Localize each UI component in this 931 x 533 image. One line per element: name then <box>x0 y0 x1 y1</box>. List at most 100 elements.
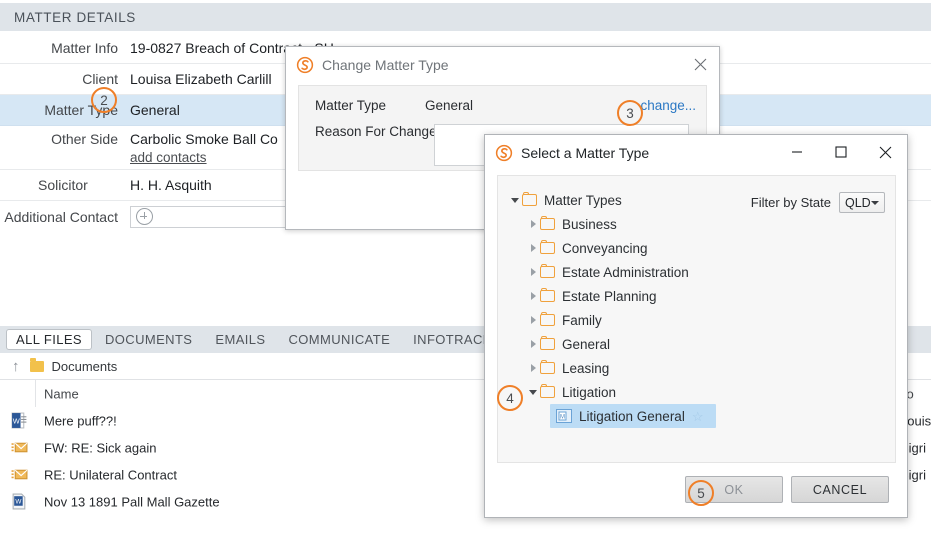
expand-toggle-icon[interactable] <box>526 389 540 395</box>
expand-toggle-icon[interactable] <box>526 364 540 372</box>
select-matter-type-titlebar: Select a Matter Type <box>485 135 907 171</box>
other-side-value-group: Carbolic Smoke Ball Co add contacts <box>130 131 278 165</box>
expand-toggle-icon[interactable] <box>526 220 540 228</box>
tree-node-label: General <box>562 336 611 352</box>
tree-node-conveyancing[interactable]: Conveyancing <box>504 236 889 260</box>
column-header-name[interactable]: Name <box>44 386 79 401</box>
tab-documents[interactable]: DOCUMENTS <box>95 329 202 350</box>
word-blue-icon: W <box>12 493 26 510</box>
tree-node-litigation[interactable]: Litigation <box>504 380 889 404</box>
word-doc-icon: W <box>11 412 27 429</box>
expand-toggle-icon[interactable] <box>526 316 540 324</box>
folder-icon <box>540 335 555 350</box>
breadcrumb-label[interactable]: Documents <box>52 359 118 374</box>
tree-node-estate-administration[interactable]: Estate Administration <box>504 260 889 284</box>
svg-text:M: M <box>560 415 565 421</box>
tree-node-label: Leasing <box>562 360 610 376</box>
solicitor-label: Solicitor <box>38 177 88 193</box>
app-root: MATTER DETAILS Matter Info 19-0827 Breac… <box>0 0 931 533</box>
solicitor-value: H. H. Asquith <box>130 176 212 193</box>
tree-node-family[interactable]: Family <box>504 308 889 332</box>
cancel-button[interactable]: CANCEL <box>791 476 889 503</box>
expand-toggle-icon[interactable] <box>526 268 540 276</box>
tree-node-label: Estate Administration <box>562 264 689 280</box>
change-matter-type-title: Change Matter Type <box>322 57 449 73</box>
tab-emails[interactable]: EMAILS <box>205 329 275 350</box>
file-name: RE: Unilateral Contract <box>44 467 177 482</box>
expand-toggle-icon[interactable] <box>526 340 540 348</box>
cmt-matter-type-line: Matter Type General <box>315 98 473 113</box>
tree-node-litigation-general[interactable]: M Litigation General ☆ <box>550 404 716 428</box>
client-value: Louisa Elizabeth Carlill <box>130 70 272 87</box>
tree-node-business[interactable]: Business <box>504 212 889 236</box>
window-controls <box>775 135 907 169</box>
folder-icon <box>540 359 555 374</box>
close-icon[interactable] <box>685 51 715 77</box>
cmt-matter-type-value: General <box>425 98 474 113</box>
tab-communicate[interactable]: COMMUNICATE <box>278 329 400 350</box>
smokeball-logo-icon <box>495 144 513 162</box>
email-icon <box>11 442 28 453</box>
tree-node-general[interactable]: General <box>504 332 889 356</box>
step-callout-2: 2 <box>91 87 117 113</box>
select-matter-type-body: Filter by State QLD Matter Types Busines… <box>497 175 896 463</box>
folder-icon <box>540 215 555 230</box>
add-contacts-link[interactable]: add contacts <box>130 150 278 165</box>
svg-text:W: W <box>13 417 20 426</box>
folder-icon <box>540 383 555 398</box>
tree-node-label: Litigation General <box>579 408 685 424</box>
expand-toggle-icon[interactable] <box>508 197 522 203</box>
matter-details-header: MATTER DETAILS <box>0 3 931 31</box>
tree-node-estate-planning[interactable]: Estate Planning <box>504 284 889 308</box>
folder-icon <box>540 311 555 326</box>
matter-info-label: Matter Info <box>51 40 118 56</box>
favorite-star-icon[interactable]: ☆ <box>692 410 704 423</box>
select-matter-type-dialog: Select a Matter Type Filter by State QLD <box>484 134 908 518</box>
minimize-icon[interactable] <box>775 135 819 169</box>
tab-all-files[interactable]: ALL FILES <box>6 329 92 350</box>
column-divider <box>35 380 36 407</box>
cmt-reason-label-wrap: Reason For Change <box>315 124 437 139</box>
other-side-value: Carbolic Smoke Ball Co <box>130 131 278 147</box>
client-label: Client <box>82 71 118 87</box>
step-callout-3: 3 <box>617 100 643 126</box>
folder-icon <box>540 287 555 302</box>
email-icon <box>11 469 28 480</box>
folder-icon <box>522 191 537 206</box>
up-arrow-icon[interactable]: ↑ <box>12 359 20 374</box>
tree-node-label: Conveyancing <box>562 240 648 256</box>
tree-node-leasing[interactable]: Leasing <box>504 356 889 380</box>
folder-icon <box>540 263 555 278</box>
step-callout-5: 5 <box>688 480 714 506</box>
file-name: FW: RE: Sick again <box>44 440 157 455</box>
maximize-icon[interactable] <box>819 135 863 169</box>
cmt-change-link-wrap: change... <box>640 98 696 113</box>
tree-node-label: Business <box>562 216 617 232</box>
file-name: Mere puff??! <box>44 413 117 428</box>
tree-node-label: Litigation <box>562 384 617 400</box>
select-matter-type-title: Select a Matter Type <box>521 145 650 161</box>
other-side-label: Other Side <box>51 131 118 147</box>
tree-node-label: Estate Planning <box>562 288 657 304</box>
folder-icon <box>29 358 44 372</box>
step-callout-4: 4 <box>497 385 523 411</box>
file-name: Nov 13 1891 Pall Mall Gazette <box>44 494 220 509</box>
expand-toggle-icon[interactable] <box>526 292 540 300</box>
cmt-reason-label: Reason For Change <box>315 124 437 139</box>
cmt-matter-type-label: Matter Type <box>315 98 387 113</box>
close-icon[interactable] <box>863 135 907 169</box>
plus-circle-icon[interactable] <box>136 208 153 225</box>
matter-type-value: General <box>130 101 180 118</box>
change-link[interactable]: change... <box>640 98 696 113</box>
tree-node-matter-types[interactable]: Matter Types <box>504 188 889 212</box>
additional-contact-label: Additional Contact <box>4 208 118 225</box>
change-matter-type-titlebar: Change Matter Type <box>286 47 719 83</box>
expand-toggle-icon[interactable] <box>526 244 540 252</box>
tree-node-label: Matter Types <box>544 192 622 208</box>
svg-text:W: W <box>15 499 21 506</box>
folder-icon <box>540 239 555 254</box>
tree-node-label: Family <box>562 312 602 328</box>
matter-type-tree: Matter Types Business Conveyancing Estat… <box>504 188 889 428</box>
smokeball-logo-icon <box>296 56 314 74</box>
matter-type-icon: M <box>556 409 572 423</box>
